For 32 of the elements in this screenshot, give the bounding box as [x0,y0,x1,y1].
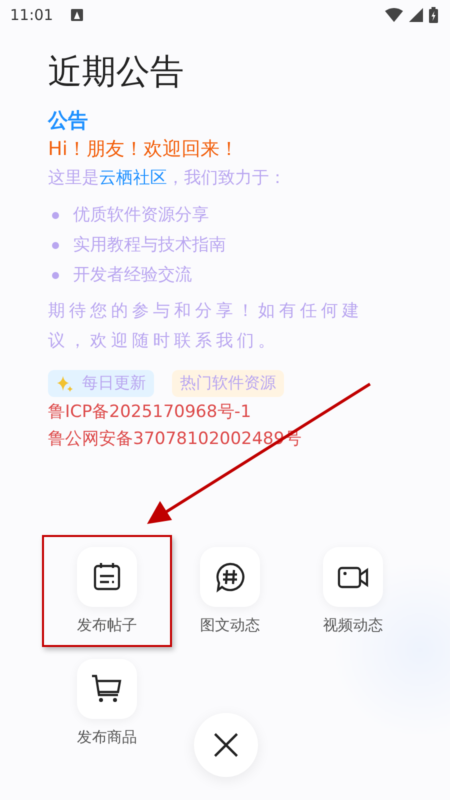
closing-text: 期待您的参与和分享！如有任何建议，欢迎随时联系我们。 [48,300,364,353]
intro-text: 这里是云栖社区，我们致力于： [48,167,287,190]
action-label: 发布帖子 [77,615,137,635]
action-label: 图文动态 [200,615,260,635]
tag-label: 每日更新 [82,373,146,394]
signal-icon [409,8,423,22]
notification-icon [71,9,84,21]
tag: 热门软件资源 [172,370,284,397]
action-button[interactable]: 发布帖子 [77,547,137,635]
close-icon [213,732,239,758]
sparkle-icon [56,374,74,392]
hashtag-bubble-icon [214,561,246,593]
action-button[interactable]: 发布商品 [77,659,137,747]
greeting: Hi！朋友！欢迎回来！ [48,137,240,162]
page-title: 近期公告 [48,52,185,92]
action-label: 视频动态 [323,615,383,635]
clock: 11:01 [10,6,54,24]
action-label: 发布商品 [77,727,137,747]
battery-icon [429,7,438,23]
bullet-text: 优质软件资源分享 [73,204,209,227]
bullet-dot [52,242,59,248]
license-number: 鲁ICP备2025170968号-1 [48,401,252,424]
bullet-text: 开发者经验交流 [73,264,192,287]
bullet-dot [52,272,59,278]
wifi-icon [385,8,403,22]
action-button[interactable]: 视频动态 [323,547,383,635]
cart-icon [91,673,123,705]
action-button[interactable]: 图文动态 [200,547,260,635]
notice-heading: 公告 [48,107,89,134]
bullet-text: 实用教程与技术指南 [73,234,226,257]
calendar-icon [91,561,123,593]
bullet-dot [52,212,59,218]
